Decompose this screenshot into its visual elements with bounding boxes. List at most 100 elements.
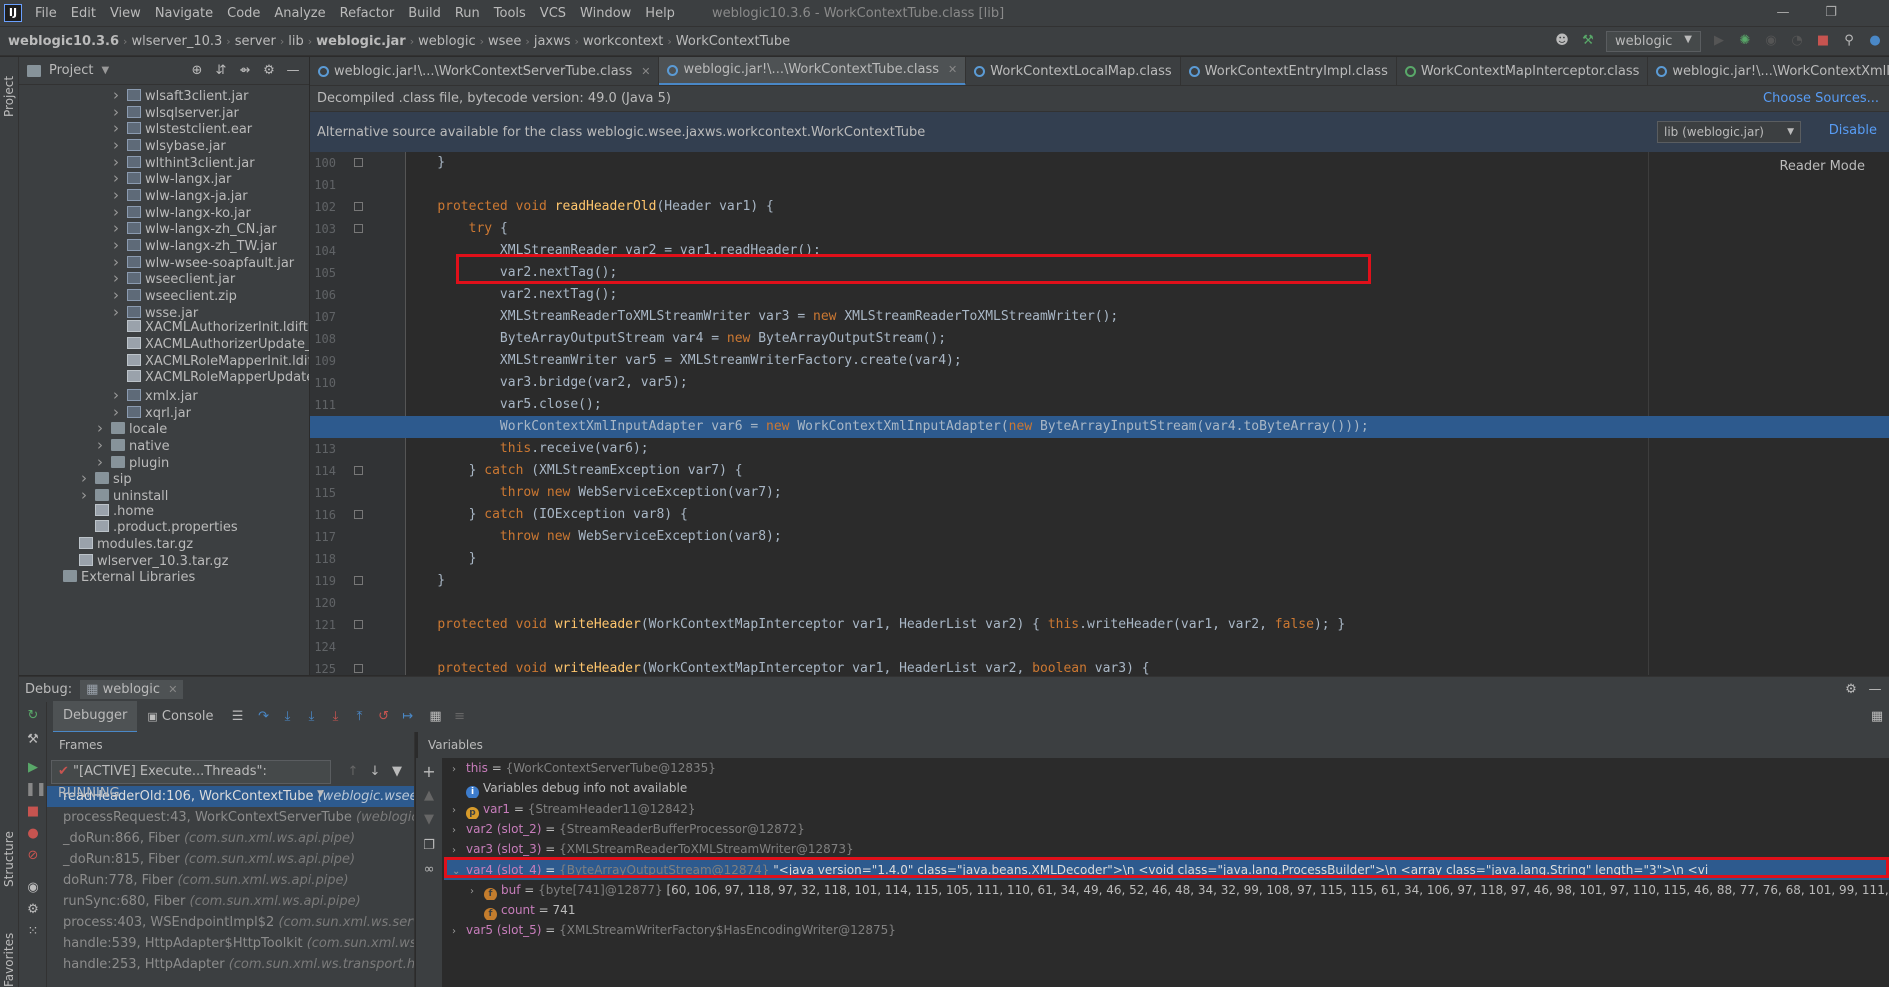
fold-marker-icon[interactable] bbox=[354, 224, 363, 233]
camera-icon[interactable]: ◉ bbox=[25, 880, 41, 896]
gear-icon[interactable]: ⚙ bbox=[25, 902, 41, 918]
watches-icon[interactable]: ∞ bbox=[421, 862, 437, 878]
hide-icon[interactable]: — bbox=[1867, 682, 1883, 698]
reader-mode-toggle[interactable]: Reader Mode bbox=[1779, 159, 1865, 174]
variable-row[interactable]: › var5 (slot_5) = {XMLStreamWriterFactory… bbox=[444, 920, 1889, 940]
breadcrumb-item[interactable]: WorkContextTube bbox=[672, 34, 794, 49]
editor-tab[interactable]: weblogic.jar!\...\WorkContextServerTube.… bbox=[310, 57, 660, 86]
arrow-down-icon[interactable]: ↓ bbox=[367, 764, 383, 780]
disable-link[interactable]: Disable bbox=[1829, 123, 1877, 138]
locate-icon[interactable]: ⊕ bbox=[189, 63, 205, 79]
step-over-icon[interactable]: ⤓ bbox=[280, 709, 296, 725]
stop-icon[interactable]: ■ bbox=[1815, 33, 1831, 49]
editor-tab[interactable]: weblogic.jar!\...\WorkContextTube.class ✕ bbox=[659, 57, 967, 85]
wrench-icon[interactable]: ⚒ bbox=[25, 732, 41, 748]
variable-row[interactable]: › f buf = {byte[741]@12877} [60, 106, 97, … bbox=[444, 880, 1889, 900]
structure-tool-tab[interactable]: Structure bbox=[2, 831, 16, 887]
menu-item-navigate[interactable]: Navigate bbox=[148, 6, 220, 21]
trace-icon[interactable]: ≡ bbox=[452, 709, 468, 725]
tab-console[interactable]: ▣ Console bbox=[137, 702, 223, 732]
expand-icon[interactable]: ▼ bbox=[421, 812, 437, 828]
menu-icon[interactable]: ☰ bbox=[230, 709, 246, 725]
step-into-icon[interactable]: ⤓ bbox=[304, 709, 320, 725]
gear-icon[interactable]: ⚙ bbox=[261, 63, 277, 79]
breadcrumb-item[interactable]: wsee bbox=[484, 34, 525, 49]
close-icon[interactable]: ✕ bbox=[948, 57, 957, 84]
stack-frame[interactable]: doRun:778, Fiber (com.sun.xml.ws.api.pip… bbox=[47, 870, 414, 891]
rerun-icon[interactable]: ↻ bbox=[25, 708, 41, 724]
user-icon[interactable]: ☻ bbox=[1554, 33, 1570, 49]
variable-row[interactable]: › p var1 = {StreamHeader11@12842} bbox=[444, 799, 1889, 819]
breadcrumb-item[interactable]: wlserver_10.3 bbox=[127, 34, 226, 49]
menu-item-analyze[interactable]: Analyze bbox=[267, 6, 332, 21]
hide-icon[interactable]: — bbox=[285, 63, 301, 79]
menu-item-window[interactable]: Window bbox=[573, 6, 638, 21]
menu-item-edit[interactable]: Edit bbox=[64, 6, 103, 21]
show-execution-point-icon[interactable]: ↷ bbox=[256, 709, 272, 725]
copy-icon[interactable]: ❐ bbox=[421, 838, 437, 854]
stack-frame[interactable]: handle:253, HttpAdapter (com.sun.xml.ws.… bbox=[47, 954, 414, 975]
update-icon[interactable]: ● bbox=[1867, 33, 1883, 49]
menu-item-tools[interactable]: Tools bbox=[487, 6, 533, 21]
step-out-icon[interactable]: ⤒ bbox=[352, 709, 368, 725]
choose-sources-link[interactable]: Choose Sources... bbox=[1763, 91, 1879, 106]
tree-node[interactable]: External Libraries bbox=[49, 568, 195, 588]
editor-gutter[interactable]: 100101102103104105106107108109110111112💡… bbox=[310, 152, 406, 675]
stack-frame[interactable]: _doRun:815, Fiber (com.sun.xml.ws.api.pi… bbox=[47, 849, 414, 870]
close-icon[interactable]: ✕ bbox=[641, 58, 650, 86]
expand-all-icon[interactable]: ⇵ bbox=[213, 63, 229, 79]
thread-select[interactable]: ✔ "[ACTIVE] Execute...Threads": RUNNING … bbox=[51, 760, 331, 801]
stack-frame[interactable]: runSync:680, Fiber (com.sun.xml.ws.api.p… bbox=[47, 891, 414, 912]
menu-item-code[interactable]: Code bbox=[220, 6, 267, 21]
breadcrumb-item[interactable]: lib bbox=[284, 34, 307, 49]
arrow-up-icon[interactable]: ↑ bbox=[345, 764, 361, 780]
chevron-right-icon[interactable]: › bbox=[452, 821, 466, 839]
menu-item-help[interactable]: Help bbox=[638, 6, 682, 21]
project-panel-title[interactable]: Project bbox=[49, 63, 93, 78]
build-hammer-icon[interactable]: ⚒ bbox=[1580, 33, 1596, 49]
fold-marker-icon[interactable] bbox=[354, 202, 363, 211]
fold-marker-icon[interactable] bbox=[354, 158, 363, 167]
editor-tab[interactable]: weblogic.jar!\...\WorkContextXmlInputAda… bbox=[1648, 57, 1889, 85]
stack-frame[interactable]: handle:539, HttpAdapter$HttpToolkit (com… bbox=[47, 933, 414, 954]
favorites-tool-tab[interactable]: Favorites bbox=[2, 933, 16, 987]
profile-icon[interactable]: ◔ bbox=[1789, 33, 1805, 49]
resume-icon[interactable]: ▶ bbox=[25, 760, 41, 776]
gear-icon[interactable]: ⚙ bbox=[1843, 682, 1859, 698]
editor-tab[interactable]: WorkContextLocalMap.class bbox=[966, 57, 1181, 85]
run-to-cursor-icon[interactable]: ↦ bbox=[400, 709, 416, 725]
tab-debugger[interactable]: Debugger bbox=[53, 700, 138, 734]
menu-item-vcs[interactable]: VCS bbox=[533, 6, 573, 21]
close-icon[interactable]: ✕ bbox=[168, 683, 177, 696]
minimize-icon[interactable]: — bbox=[1759, 0, 1807, 26]
variable-row[interactable]: › var2 (slot_2) = {StreamReaderBufferProc… bbox=[444, 819, 1889, 839]
add-watch-icon[interactable]: + bbox=[421, 764, 437, 780]
breadcrumb-item[interactable]: server bbox=[231, 34, 280, 49]
menu-item-view[interactable]: View bbox=[103, 6, 148, 21]
menu-item-refactor[interactable]: Refactor bbox=[333, 6, 402, 21]
collapse-icon[interactable]: ▲ bbox=[421, 788, 437, 804]
close-window-icon[interactable] bbox=[1855, 0, 1889, 26]
run-configuration-select[interactable]: weblogic ▼ bbox=[1606, 30, 1701, 52]
variable-row[interactable]: i Variables debug info not available bbox=[444, 778, 1889, 799]
chevron-right-icon[interactable]: › bbox=[470, 882, 484, 900]
code-editor[interactable]: 100101102103104105106107108109110111112💡… bbox=[310, 152, 1889, 675]
chevron-right-icon[interactable]: › bbox=[452, 922, 466, 940]
menu-item-file[interactable]: File bbox=[28, 6, 64, 21]
force-step-into-icon[interactable]: ⤓ bbox=[328, 709, 344, 725]
breadcrumb-item[interactable]: weblogic bbox=[414, 34, 479, 49]
evaluate-expression-icon[interactable]: ▦ bbox=[428, 709, 444, 725]
breadcrumb-item[interactable]: weblogic.jar bbox=[312, 34, 410, 49]
menu-item-build[interactable]: Build bbox=[401, 6, 448, 21]
debug-bug-icon[interactable]: ✺ bbox=[1737, 33, 1753, 49]
fold-marker-icon[interactable] bbox=[354, 576, 363, 585]
project-tool-tab[interactable]: Project bbox=[2, 76, 16, 117]
collapse-all-icon[interactable]: ⇴ bbox=[237, 63, 253, 79]
restore-icon[interactable]: ❐ bbox=[1807, 0, 1855, 26]
stack-frame[interactable]: process:403, WSEndpointImpl$2 (com.sun.x… bbox=[47, 912, 414, 933]
menu-item-run[interactable]: Run bbox=[448, 6, 487, 21]
chevron-down-icon[interactable]: ▼ bbox=[101, 65, 109, 76]
pause-icon[interactable]: ❚❚ bbox=[25, 782, 47, 798]
fold-marker-icon[interactable] bbox=[354, 664, 363, 673]
view-breakpoints-icon[interactable]: ● bbox=[25, 826, 41, 842]
